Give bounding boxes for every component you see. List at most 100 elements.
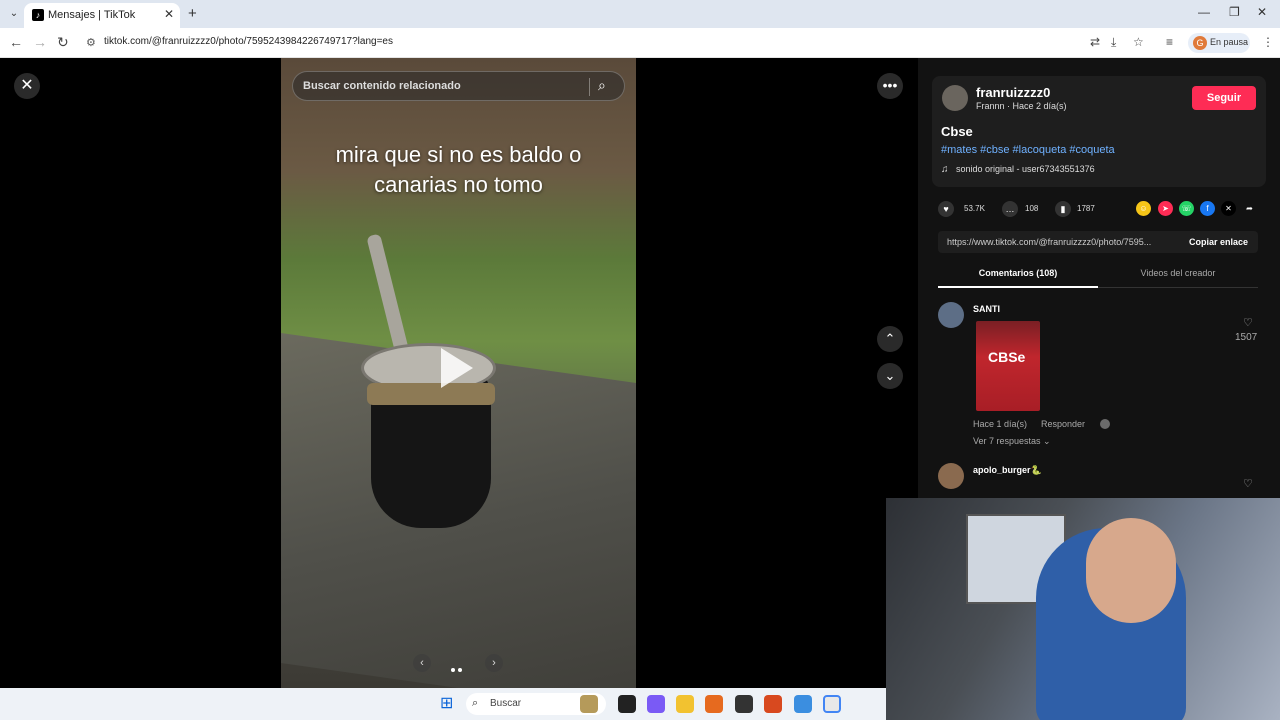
divider xyxy=(589,78,590,96)
reload-icon[interactable]: ↻ xyxy=(57,34,69,51)
carousel-controls: ‹ › xyxy=(411,654,511,672)
copy-link-row: https://www.tiktok.com/@franruizzzz0/pho… xyxy=(938,231,1258,253)
post-title: Cbse xyxy=(941,124,973,139)
chevron-left-icon[interactable]: ‹ xyxy=(413,654,431,672)
chevron-up-icon[interactable]: ⌃ xyxy=(877,326,903,352)
music-note-icon: ♫ xyxy=(941,164,949,175)
saves-count: 1787 xyxy=(1077,204,1095,213)
tab-search-icon[interactable]: ⌄ xyxy=(6,6,22,22)
sound-link[interactable]: sonido original - user67343551376 xyxy=(956,164,1095,174)
copy-link-button[interactable]: Copiar enlace xyxy=(1189,237,1248,247)
tab-strip: ⌄ ♪ Mensajes | TikTok ✕ + — ❐ ✕ xyxy=(0,0,1280,28)
new-tab-icon[interactable]: + xyxy=(188,5,197,22)
windows-start-icon[interactable]: ⊞ xyxy=(440,696,456,712)
browser-toolbar: ← → ↻ ⚙ tiktok.com/@franruizzzz0/photo/7… xyxy=(0,28,1280,58)
comment-item: SANTI CBSe Hace 1 día(s) Responder Ver 7… xyxy=(938,302,1258,452)
post-photo[interactable]: Buscar contenido relacionado ⌕ mira que … xyxy=(281,58,636,688)
restore-icon[interactable]: ❐ xyxy=(1229,5,1240,19)
kebab-menu-icon[interactable]: ⋮ xyxy=(1262,35,1274,49)
x-icon[interactable]: ✕ xyxy=(1221,201,1236,216)
comment-image[interactable]: CBSe xyxy=(976,321,1040,411)
heart-outline-icon[interactable]: ♡ xyxy=(1243,316,1253,329)
whatsapp-icon[interactable]: ☏ xyxy=(1179,201,1194,216)
search-icon: ⌕ xyxy=(472,697,479,709)
streamer-head xyxy=(1086,518,1176,623)
heart-outline-icon[interactable]: ♡ xyxy=(1243,477,1253,490)
commenter-name[interactable]: apolo_burger🐍 xyxy=(973,465,1042,476)
photo-viewer: ✕ Buscar contenido relacionado ⌕ mira qu… xyxy=(0,58,918,688)
app-icon[interactable] xyxy=(618,695,636,713)
search-icon[interactable]: ⌕ xyxy=(598,77,614,93)
tab-comments[interactable]: Comentarios (108) xyxy=(938,264,1098,288)
webcam-overlay xyxy=(886,498,1280,720)
brave-icon[interactable] xyxy=(764,695,782,713)
file-explorer-icon[interactable] xyxy=(676,695,694,713)
carousel-dots xyxy=(451,659,471,672)
firefox-icon[interactable] xyxy=(705,695,723,713)
chevron-down-icon[interactable]: ⌄ xyxy=(877,363,903,389)
bookmark-icon[interactable]: ▮ xyxy=(1055,201,1071,217)
obs-icon[interactable] xyxy=(735,695,753,713)
tab-creator-videos[interactable]: Videos del creador xyxy=(1098,264,1258,288)
play-icon[interactable] xyxy=(441,348,473,388)
comment-time: Hace 1 día(s) xyxy=(973,419,1028,429)
product-label: CBSe xyxy=(988,349,1026,365)
creator-like-avatar xyxy=(1100,419,1110,429)
embed-icon[interactable]: ☺ xyxy=(1136,201,1151,216)
profile-button[interactable]: G En pausa xyxy=(1188,33,1250,53)
post-link: https://www.tiktok.com/@franruizzzz0/pho… xyxy=(947,237,1152,247)
avatar: G xyxy=(1193,36,1207,50)
view-replies-button[interactable]: Ver 7 respuestas ⌄ xyxy=(973,436,1051,447)
author-username[interactable]: franruizzzz0 xyxy=(976,85,1050,100)
comment-icon[interactable]: … xyxy=(1002,201,1018,217)
follow-button[interactable]: Seguir xyxy=(1192,86,1256,110)
stats-row: ♥ 53.7K … 108 ▮ 1787 ☺ ➤ ☏ f ✕ ➦ xyxy=(938,200,1268,220)
caption-line: canarias no tomo xyxy=(374,172,543,197)
media-icon[interactable]: ≡ xyxy=(1166,35,1173,49)
chevron-right-icon[interactable]: › xyxy=(485,654,503,672)
bookmark-star-icon[interactable]: ☆ xyxy=(1133,35,1144,49)
photos-icon[interactable] xyxy=(794,695,812,713)
browser-tab[interactable]: ♪ Mensajes | TikTok ✕ xyxy=(24,3,180,28)
chrome-icon[interactable] xyxy=(823,695,841,713)
close-icon[interactable]: ✕ xyxy=(14,73,40,99)
commenter-name[interactable]: SANTI xyxy=(973,304,1000,314)
avatar[interactable] xyxy=(938,463,964,489)
mate-band xyxy=(367,383,495,405)
site-info-icon[interactable]: ⚙ xyxy=(86,36,96,49)
comments-count: 108 xyxy=(1025,204,1039,213)
widget-icon[interactable] xyxy=(580,695,598,713)
translate-icon[interactable]: ⇄ xyxy=(1090,35,1100,49)
share-icon[interactable]: ➦ xyxy=(1242,201,1257,216)
author-subline: Frannn · Hace 2 día(s) xyxy=(976,101,1067,111)
reply-button[interactable]: Responder xyxy=(1041,419,1085,429)
more-options-icon[interactable]: ••• xyxy=(877,73,903,99)
comment-like-count: 1507 xyxy=(1235,332,1258,343)
forward-icon[interactable]: → xyxy=(33,34,47,50)
minimize-icon[interactable]: — xyxy=(1198,5,1210,19)
avatar[interactable] xyxy=(942,85,968,111)
address-bar[interactable]: ⚙ tiktok.com/@franruizzzz0/photo/7595243… xyxy=(80,31,1080,55)
hashtags[interactable]: #mates #cbse #lacoqueta #coqueta xyxy=(941,144,1115,156)
comment-item: apolo_burger🐍 ♡ xyxy=(938,463,1258,493)
facebook-icon[interactable]: f xyxy=(1200,201,1215,216)
send-icon[interactable]: ➤ xyxy=(1158,201,1173,216)
window-close-icon[interactable]: ✕ xyxy=(1257,5,1267,19)
back-icon[interactable]: ← xyxy=(9,34,23,50)
taskbar-search-label: Buscar xyxy=(490,698,522,709)
url-text: tiktok.com/@franruizzzz0/photo/759524398… xyxy=(104,36,393,47)
os-taskbar: ⊞ ⌕ Buscar xyxy=(0,688,886,720)
copilot-icon[interactable] xyxy=(647,695,665,713)
profile-status: En pausa xyxy=(1210,37,1249,47)
tab-title: Mensajes | TikTok xyxy=(48,9,136,21)
related-search-input[interactable]: Buscar contenido relacionado ⌕ xyxy=(292,71,625,101)
caption-line: mira que si no es baldo o xyxy=(335,142,582,167)
install-icon[interactable]: ⤓ xyxy=(1111,35,1116,50)
likes-count: 53.7K xyxy=(964,204,985,213)
post-info-card: franruizzzz0 Frannn · Hace 2 día(s) Segu… xyxy=(932,76,1266,187)
photo-caption: mira que si no es baldo o canarias no to… xyxy=(281,140,636,200)
heart-icon[interactable]: ♥ xyxy=(938,201,954,217)
search-placeholder: Buscar contenido relacionado xyxy=(303,80,461,92)
avatar[interactable] xyxy=(938,302,964,328)
close-tab-icon[interactable]: ✕ xyxy=(164,7,174,21)
